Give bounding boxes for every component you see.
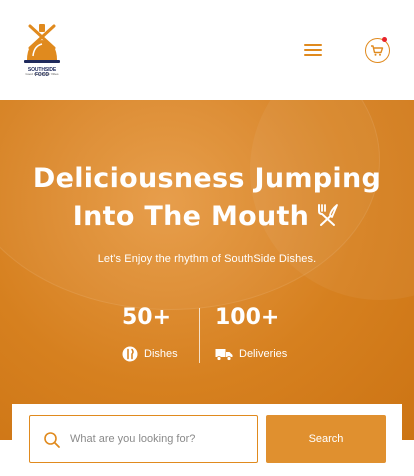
truck-icon: [215, 348, 233, 361]
hero-subtitle: Let's Enjoy the rhythm of SouthSide Dish…: [97, 253, 317, 265]
hero-title-line-2: Into The Mouth: [72, 201, 310, 232]
dish-icon: [122, 346, 138, 362]
fork-knife-icon: [318, 204, 339, 226]
search-input[interactable]: [70, 425, 250, 453]
search-icon: [44, 432, 60, 448]
hamburger-menu-icon-bar-bottom: [304, 54, 322, 56]
cart-button[interactable]: [365, 37, 390, 63]
shopping-cart-icon: [371, 45, 384, 56]
stat-deliveries-label: Deliveries: [239, 347, 288, 360]
hero-section: Deliciousness Jumping Into The Mouth Let…: [0, 100, 414, 440]
cart-notification-dot: [382, 37, 387, 42]
search-bar: Search: [12, 404, 402, 476]
stat-deliveries-value: 100+: [215, 305, 280, 330]
hamburger-menu-icon-bar-top: [304, 44, 322, 46]
hamburger-menu-icon-bar-middle: [304, 49, 322, 51]
stats-divider: [199, 308, 200, 363]
stat-dishes: 50+ Dishes: [122, 305, 178, 362]
stat-deliveries-label-row: Deliveries: [215, 345, 287, 363]
hero-title-line-1: Deliciousness Jumping: [32, 163, 382, 194]
site-header: SOUTHSIDE FOOD Good Food, Better Vibes: [0, 0, 414, 100]
hero-title: Deliciousness Jumping Into The Mouth: [0, 160, 414, 236]
hamburger-menu-button[interactable]: [302, 41, 326, 59]
stat-dishes-label: Dishes: [144, 347, 178, 360]
hero-title-line-2-wrap: Into The Mouth: [0, 198, 414, 236]
search-button[interactable]: Search: [266, 415, 386, 463]
logo-icon: [24, 24, 60, 63]
search-box[interactable]: [29, 415, 258, 463]
logo-tagline: Good Food, Better Vibes: [25, 73, 59, 76]
logo[interactable]: SOUTHSIDE FOOD Good Food, Better Vibes: [22, 22, 62, 78]
stat-deliveries: 100+ Deliveries: [215, 305, 287, 361]
stat-dishes-label-row: Dishes: [122, 345, 178, 363]
stat-dishes-value: 50+: [122, 305, 172, 330]
